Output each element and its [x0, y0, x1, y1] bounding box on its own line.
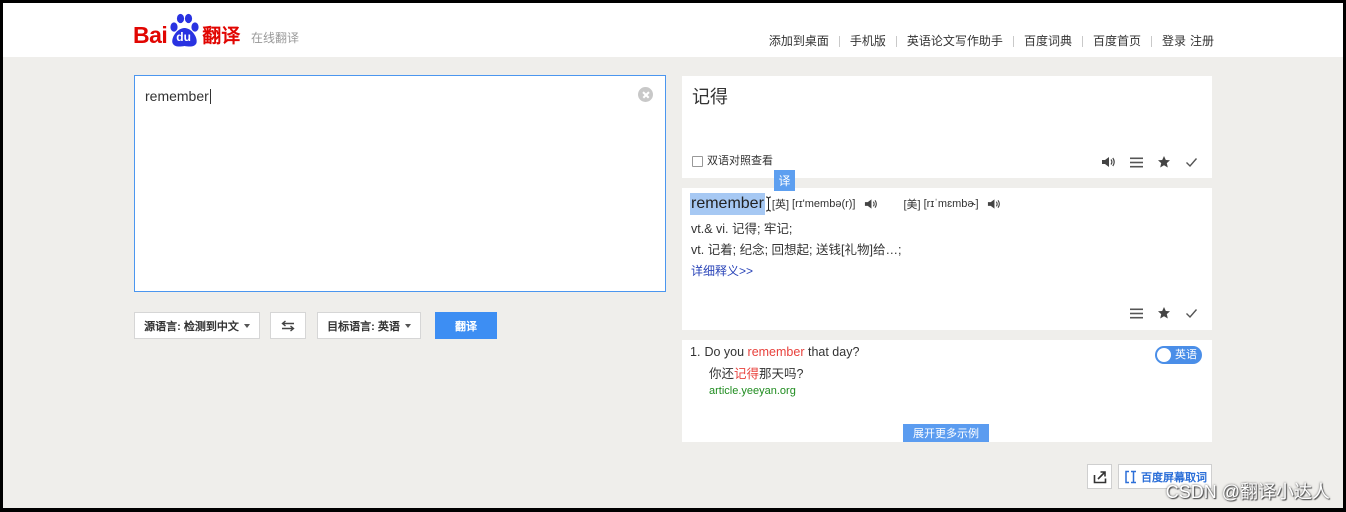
text-caret — [209, 88, 211, 104]
detail-definition-link[interactable]: 详细释义>> — [691, 263, 753, 279]
caret-down-icon — [404, 323, 411, 328]
link-mobile[interactable]: 手机版 — [850, 34, 886, 48]
example-en-after: that day? — [804, 345, 860, 359]
star-icon[interactable] — [1156, 154, 1172, 170]
example-sentence-en: 1. Do you remember that day? — [690, 344, 859, 360]
swap-icon — [281, 319, 295, 332]
example-en-before: Do you — [704, 345, 748, 359]
link-baidu-home[interactable]: 百度首页 — [1093, 34, 1141, 48]
translation-result-card: 记得 双语对照查看 — [682, 76, 1212, 178]
link-separator — [895, 35, 897, 47]
translate-tooltip[interactable]: 译 — [774, 170, 795, 191]
definition-line: vt. 记着; 纪念; 回想起; 送钱[礼物]给…; — [691, 243, 902, 257]
example-sentence-zh: 你还记得那天吗? — [709, 366, 803, 382]
list-icon[interactable] — [1128, 305, 1144, 321]
watermark: CSDN @翻译小达人 — [1165, 482, 1330, 502]
clear-icon[interactable] — [638, 87, 653, 102]
show-more-examples-button[interactable]: 展开更多示例 — [903, 424, 989, 442]
example-zh-after: 那天吗? — [759, 367, 804, 381]
definition-line: vt.& vi. 记得; 牢记; — [691, 222, 793, 236]
share-icon — [1093, 470, 1106, 483]
us-phonetic: [rɪˈmɛmbɚ] — [923, 198, 979, 210]
bilingual-checkbox-label[interactable]: 双语对照查看 — [707, 155, 773, 168]
dictionary-word: remember — [690, 193, 765, 215]
baidu-translate-logo[interactable]: Bai du 翻译 — [133, 12, 240, 48]
target-language-label: 目标语言: 英语 — [327, 320, 400, 333]
logo-fanyi-text: 翻译 — [202, 26, 241, 47]
login-link[interactable]: 登录 — [1162, 34, 1186, 48]
source-text-line: remember — [145, 88, 211, 104]
target-language-select[interactable]: 目标语言: 英语 — [317, 312, 421, 339]
link-separator — [838, 35, 840, 47]
translation-text: 记得 — [692, 87, 728, 107]
example-en-highlight: remember — [747, 345, 805, 359]
example-source: article.yeeyan.org — [709, 385, 796, 397]
link-paper-writing-assistant[interactable]: 英语论文写作助手 — [907, 34, 1003, 48]
source-language-label: 源语言: 检测到中文 — [144, 320, 239, 333]
examples-card: 1. Do you remember that day? 你还记得那天吗? art… — [682, 340, 1212, 442]
baidu-paw-icon: du — [168, 13, 201, 48]
example-zh-highlight: 记得 — [734, 367, 760, 381]
check-icon[interactable] — [1183, 305, 1199, 321]
translate-button[interactable]: 翻译 — [435, 312, 497, 339]
link-separator — [1150, 35, 1152, 47]
dictionary-card: remember [英] [rɪ'membə(r)] [美] [rɪˈmɛmbɚ… — [682, 188, 1212, 330]
word-row: remember [英] [rɪ'membə(r)] [美] [rɪˈmɛmbɚ… — [690, 193, 1001, 215]
uk-phonetic: [rɪ'membə(r)] — [792, 198, 856, 210]
bilingual-checkbox[interactable] — [692, 156, 703, 167]
text-cursor-icon — [765, 196, 772, 212]
speaker-icon[interactable] — [864, 197, 878, 211]
example-language-toggle[interactable]: 英语 — [1155, 346, 1202, 364]
top-links: 添加到桌面 手机版 英语论文写作助手 百度词典 百度首页 登录 注册 — [769, 34, 1214, 48]
site-subtitle: 在线翻译 — [251, 31, 300, 45]
source-text: remember — [145, 88, 209, 104]
source-language-select[interactable]: 源语言: 检测到中文 — [134, 312, 260, 339]
us-pronunciation: [美] [rɪˈmɛmbɚ] — [904, 196, 1001, 212]
logo-bai-text: Bai — [133, 22, 168, 48]
speaker-icon[interactable] — [987, 197, 1001, 211]
star-icon[interactable] — [1156, 305, 1172, 321]
source-text-input[interactable]: remember — [134, 75, 666, 292]
example-zh-before: 你还 — [709, 367, 735, 381]
speaker-icon[interactable] — [1100, 154, 1116, 170]
example-index: 1. — [690, 345, 701, 359]
link-baidu-dictionary[interactable]: 百度词典 — [1024, 34, 1072, 48]
screen-word-icon — [1125, 470, 1136, 483]
check-icon[interactable] — [1183, 154, 1199, 170]
logo-du-text: du — [176, 30, 191, 44]
toggle-knob — [1157, 348, 1171, 362]
link-separator — [1012, 35, 1014, 47]
swap-languages-button[interactable] — [270, 312, 306, 339]
link-add-to-desktop[interactable]: 添加到桌面 — [769, 34, 829, 48]
toggle-label: 英语 — [1175, 349, 1197, 361]
uk-label: [英] — [771, 199, 790, 211]
caret-down-icon — [243, 323, 250, 328]
us-label: [美] — [903, 199, 921, 211]
link-separator — [1081, 35, 1083, 47]
share-button[interactable] — [1087, 464, 1112, 489]
register-link[interactable]: 注册 — [1190, 34, 1214, 48]
list-icon[interactable] — [1128, 154, 1144, 170]
